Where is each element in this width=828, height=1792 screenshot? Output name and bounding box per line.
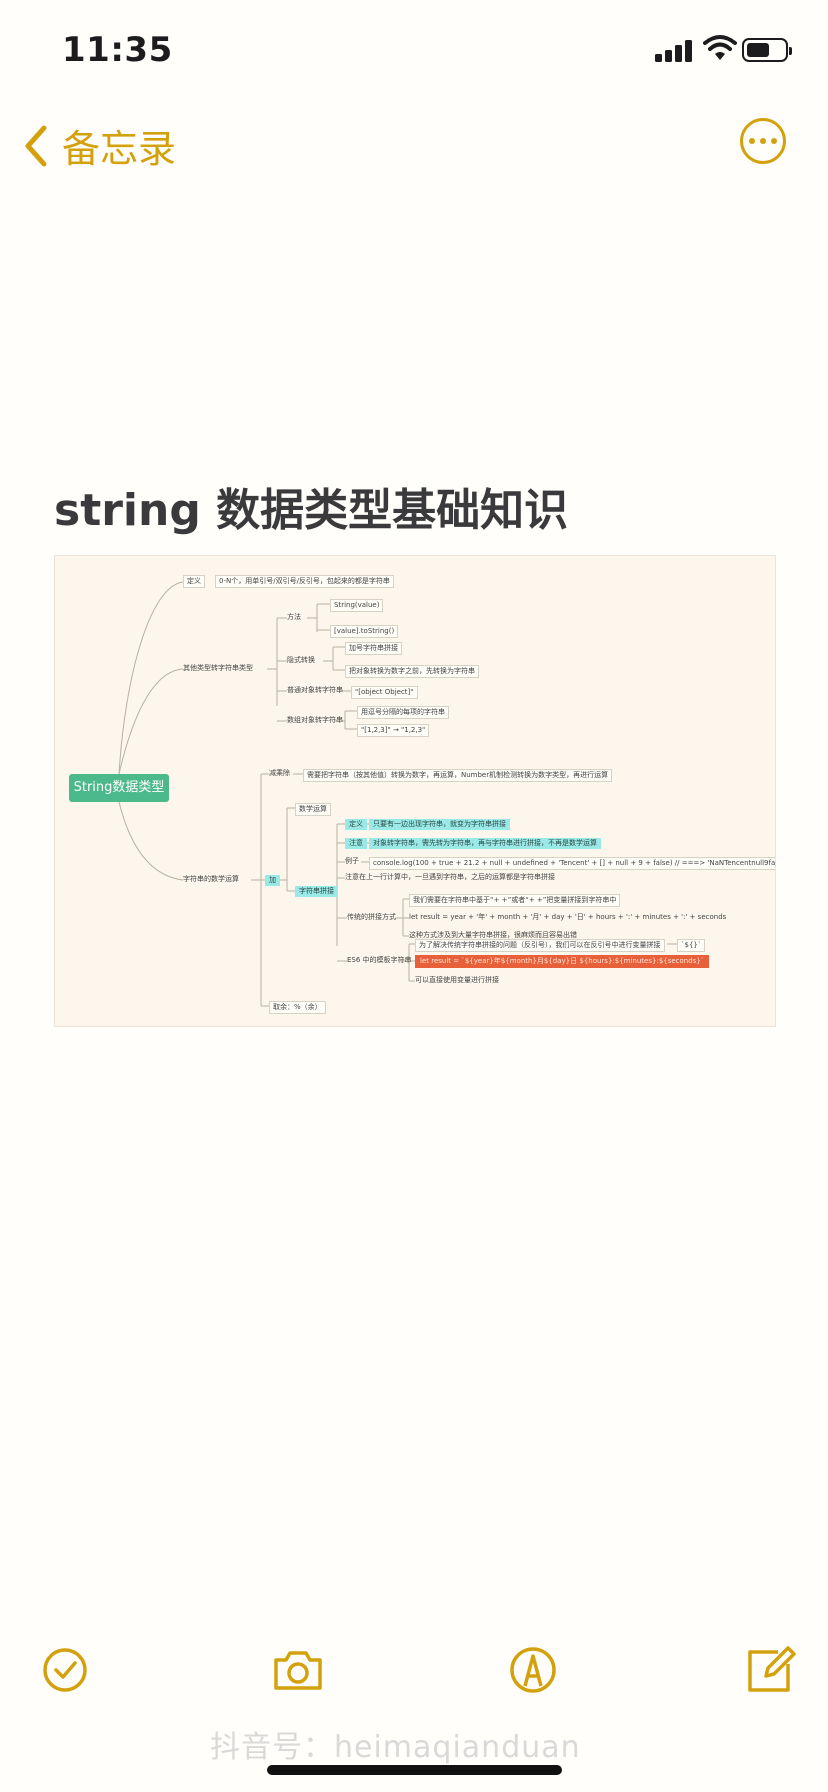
camera-button[interactable]: [268, 1640, 328, 1700]
status-time: 11:35: [62, 30, 173, 70]
compose-button[interactable]: [740, 1640, 800, 1700]
mindmap-node: `${}`: [677, 939, 706, 952]
navigation-bar: 备忘录: [0, 100, 828, 180]
mindmap-node: 普通对象转字符串: [287, 686, 343, 694]
mindmap-node: 数组对象转字符串: [287, 716, 343, 724]
watermark: 抖音号：heimaqianduan: [210, 1730, 581, 1765]
mindmap-node: 定义: [183, 575, 205, 588]
camera-icon: [274, 1651, 322, 1690]
mindmap-node: 数学运算: [295, 803, 331, 816]
mindmap-node: 对象转字符串，需先转为字符串，再与字符串进行拼接，不再是数学运算: [369, 838, 601, 849]
compose-icon: [748, 1646, 796, 1692]
mindmap-node: 只要有一边出现字符串，就变为字符串拼接: [369, 819, 510, 830]
mindmap-node: ES6 中的模板字符串: [347, 956, 412, 964]
mindmap-node: 传统的拼接方式: [347, 913, 396, 921]
mindmap-node: 字符串的数学运算: [183, 875, 239, 883]
mindmap-node: 为了解决传统字符串拼接的问题（反引号），我们可以在反引号中进行变量拼接: [415, 939, 665, 952]
mindmap-node: 可以直接使用变量进行拼接: [415, 976, 499, 984]
mindmap-node: 加: [265, 875, 280, 886]
mindmap-node: 其他类型转字符串类型: [183, 664, 253, 672]
checklist-icon: [43, 1648, 87, 1692]
status-bar: 11:35: [0, 0, 828, 96]
bottom-toolbar: [0, 1640, 828, 1720]
mindmap-node: 定义: [345, 819, 367, 830]
mindmap-node: String(value): [330, 599, 384, 612]
mindmap-node: 隐式转换: [287, 656, 315, 664]
more-icon-dot: [749, 138, 755, 144]
markup-button[interactable]: [503, 1640, 563, 1700]
wifi-icon: [703, 35, 737, 60]
mindmap-node: 例子: [345, 857, 359, 865]
back-button-label: 备忘录: [62, 127, 177, 171]
mindmap-node: "[1,2,3]" → "1,2,3": [357, 724, 430, 737]
mindmap-node: 0-N个，用单引号/双引号/反引号，包起来的都是字符串: [215, 575, 394, 588]
home-indicator[interactable]: [267, 1765, 562, 1775]
more-icon-dot: [771, 138, 777, 144]
mindmap-root-node: String数据类型: [69, 774, 169, 802]
mindmap-node: 注意: [345, 838, 367, 849]
more-icon-dot: [760, 138, 766, 144]
battery-icon: [742, 38, 792, 62]
back-button[interactable]: 备忘录: [22, 118, 176, 173]
mindmap-node: 加号字符串拼接: [345, 642, 402, 655]
more-options-button[interactable]: [740, 118, 786, 164]
mindmap-node: let result = `${year}年${month}月${day}日 $…: [415, 955, 710, 968]
mindmap-node: 取余：%（余）: [269, 1001, 326, 1014]
mindmap-node: 需要把字符串（按其他值）转换为数字，再运算，Number机制检测转换为数字类型，…: [303, 769, 613, 782]
mindmap-node: let result = year + '年' + month + '月' + …: [409, 913, 727, 921]
mindmap-node: 把对象转换为数字之前，先转换为字符串: [345, 665, 479, 678]
mindmap-node: "[object Object]": [351, 686, 418, 699]
mindmap-node: console.log(100 + true + 21.2 + null + u…: [369, 857, 775, 870]
mindmap-node: 减乘除: [269, 769, 290, 777]
note-title: string 数据类型基础知识: [54, 485, 569, 536]
mindmap-node: 用逗号分隔的每项的字符串: [357, 706, 449, 719]
mindmap-node: 我们需要在字符串中基于“+ +”或者“+ +”把变量拼接到字符串中: [409, 894, 621, 907]
mindmap-node: [value].toString(): [330, 625, 399, 638]
cellular-signal-icon: [655, 38, 693, 62]
mindmap-node: 方法: [287, 613, 301, 621]
markup-icon: [510, 1647, 556, 1693]
mindmap-node: 注意在上一行计算中，一旦遇到字符串，之后的运算都是字符串拼接: [345, 873, 555, 881]
mindmap-image[interactable]: String数据类型 定义 0-N个，用单引号/双引号/反引号，包起来的都是字符…: [54, 555, 776, 1027]
mindmap-node: 字符串拼接: [295, 886, 338, 897]
chevron-left-icon: [25, 125, 47, 166]
checklist-button[interactable]: [35, 1640, 95, 1700]
